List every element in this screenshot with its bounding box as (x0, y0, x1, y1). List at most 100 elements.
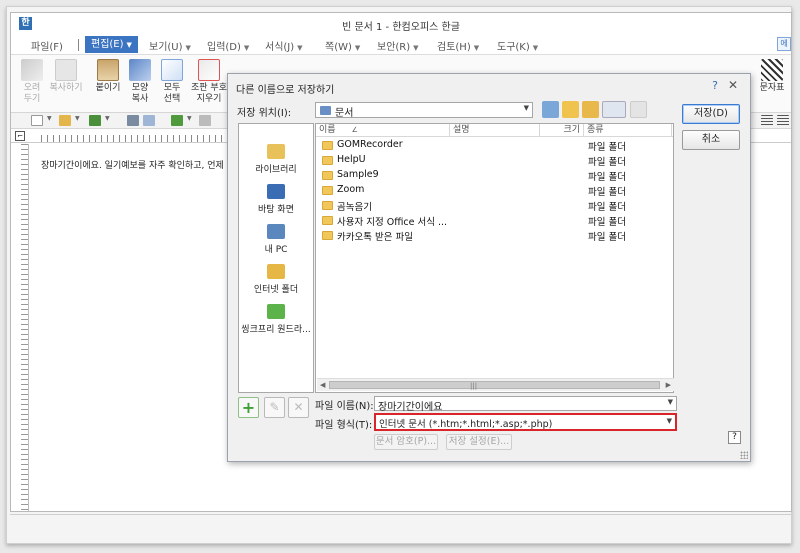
column-type[interactable]: 종류 (584, 124, 672, 137)
chevron-down-icon[interactable]: ▼ (187, 115, 193, 126)
save-button[interactable]: 저장(D) (682, 104, 740, 124)
list-item[interactable]: 곰녹음기 파일 폴더 (316, 198, 673, 213)
library-icon (267, 144, 285, 159)
align-icon[interactable] (761, 115, 773, 126)
chevron-down-icon[interactable]: ▼ (668, 398, 673, 406)
new-folder-icon[interactable] (582, 101, 599, 118)
up-folder-icon[interactable] (562, 101, 579, 118)
justify-icon[interactable] (777, 115, 789, 126)
back-arrow-icon[interactable] (542, 101, 559, 118)
chevron-down-icon[interactable]: ▼ (667, 417, 672, 425)
document-password-button[interactable]: 문서 암호(P)... (374, 434, 438, 450)
save-as-dialog: 다른 이름으로 저장하기 ? ✕ 저장 위치(I): 문서 ▼ 저장(D) 취소… (227, 73, 751, 462)
column-name[interactable]: 이름 ∠ (316, 124, 450, 137)
document-text[interactable]: 장마기간이에요. 일기예보를 자주 확인하고, 언제 비 (41, 158, 235, 171)
filename-label: 파일 이름(N): (315, 401, 374, 412)
delete-place-button[interactable]: ✕ (288, 397, 309, 418)
symbol-icon (761, 59, 783, 81)
view-menu-icon[interactable] (602, 101, 626, 118)
frame-bottom-strip (10, 514, 792, 524)
menu-input[interactable]: 입력(D) ▼ (207, 38, 249, 53)
print-icon[interactable] (127, 115, 139, 126)
clear-symbol-button[interactable]: 조판 부호 지우기 (189, 59, 229, 105)
paste-button[interactable]: 붙이기 (91, 59, 125, 94)
list-item[interactable]: 사용자 지정 Office 서식 ... 파일 폴더 (316, 213, 673, 228)
filetype-label: 파일 형식(T): (315, 420, 373, 431)
menu-edit[interactable]: 편집(E) ▼ (85, 36, 138, 53)
menu-page[interactable]: 쪽(W) ▼ (325, 38, 360, 53)
place-my-pc[interactable]: 내 PC (239, 224, 313, 255)
file-list[interactable]: 이름 ∠ 설명 크기 종류 GOMRecorder 파일 폴더 HelpU 파일 … (315, 123, 674, 393)
column-description[interactable]: 설명 (450, 124, 540, 137)
cancel-button[interactable]: 취소 (682, 130, 740, 150)
clipboard-icon (97, 59, 119, 81)
chevron-down-icon: ▼ (532, 44, 539, 52)
place-internet-folder[interactable]: 인터넷 폴더 (239, 264, 313, 295)
save-location-value: 문서 (335, 108, 354, 119)
menu-view[interactable]: 보기(U) ▼ (149, 38, 191, 53)
place-desktop[interactable]: 바탕 화면 (239, 184, 313, 215)
list-item[interactable]: 카카오톡 받은 파일 파일 폴더 (316, 228, 673, 243)
folder-icon (322, 171, 333, 180)
filetype-select[interactable]: 인터넷 문서 (*.htm;*.html;*.asp;*.php) ▼ (374, 413, 677, 431)
grip-icon: ||| (470, 382, 478, 390)
place-thinkfree-onedrive[interactable]: 씽크프리 원드라... (239, 304, 313, 335)
chevron-down-icon[interactable]: ▼ (75, 115, 81, 126)
preview-icon[interactable] (143, 115, 155, 126)
save-icon[interactable] (89, 115, 101, 126)
redo-icon[interactable] (199, 115, 211, 126)
select-all-button[interactable]: 모두 선택 (155, 59, 189, 105)
documents-folder-icon (320, 106, 331, 115)
edit-place-button[interactable]: ✎ (264, 397, 285, 418)
list-item[interactable]: Sample9 파일 폴더 (316, 168, 673, 183)
shape-copy-button[interactable]: 모양 복사 (123, 59, 157, 105)
places-bar: 라이브러리 바탕 화면 내 PC 인터넷 폴더 씽크프리 원드라... (238, 123, 314, 393)
computer-icon (267, 224, 285, 239)
list-item[interactable]: HelpU 파일 폴더 (316, 153, 673, 168)
folder-icon (322, 201, 333, 210)
chevron-down-icon: ▼ (354, 44, 361, 52)
list-item[interactable]: GOMRecorder 파일 폴더 (316, 138, 673, 153)
undo-icon[interactable] (171, 115, 183, 126)
vertical-ruler (21, 144, 29, 511)
chevron-down-icon[interactable]: ▼ (47, 115, 53, 126)
menu-review[interactable]: 검토(H) ▼ (437, 38, 479, 53)
chevron-down-icon: ▼ (185, 44, 191, 52)
chevron-down-icon: ▼ (413, 44, 419, 52)
menu-tools[interactable]: 도구(K) ▼ (497, 38, 538, 53)
save-settings-button[interactable]: 저장 설정(E)... (446, 434, 512, 450)
open-folder-icon[interactable] (59, 115, 71, 126)
filetype-value: 인터넷 문서 (*.htm;*.html;*.asp;*.php) (379, 419, 553, 430)
scroll-right-icon[interactable]: ▶ (666, 381, 671, 389)
add-place-button[interactable]: + (238, 397, 259, 418)
cut-button[interactable]: 오려 두기 (15, 59, 49, 105)
menu-security[interactable]: 보안(R) ▼ (377, 38, 419, 53)
scrollbar-thumb[interactable]: ||| (329, 381, 660, 390)
ribbon-toggle-button[interactable]: 에 (777, 37, 791, 51)
desktop-icon (267, 184, 285, 199)
save-location-select[interactable]: 문서 ▼ (315, 102, 533, 119)
scroll-left-icon[interactable]: ◀ (320, 381, 325, 389)
list-item[interactable]: Zoom 파일 폴더 (316, 183, 673, 198)
help-icon[interactable]: ? (712, 79, 718, 92)
chevron-down-icon[interactable]: ▼ (105, 115, 111, 126)
question-icon[interactable]: ? (728, 431, 741, 444)
horizontal-scrollbar[interactable]: ◀ ||| ▶ (317, 378, 674, 391)
preview-pane-icon[interactable] (630, 101, 647, 118)
folder-icon (322, 186, 333, 195)
new-doc-icon[interactable] (31, 115, 43, 126)
close-icon[interactable]: ✕ (728, 78, 738, 92)
copy-button[interactable]: 복사하기 (49, 59, 83, 94)
menu-file[interactable]: 파일(F) (31, 38, 63, 53)
tab-stop-icon[interactable]: ⌐ (15, 131, 25, 141)
resize-grip-icon[interactable] (740, 451, 748, 459)
ruler-ticks (41, 135, 231, 142)
filename-input[interactable]: 장마기간이에요 ▼ (374, 396, 677, 413)
char-table-button[interactable]: 문자표 (755, 59, 789, 94)
menu-bar: 파일(F) 편집(E) ▼ 보기(U) ▼ 입력(D) ▼ 서식(J) ▼ 쪽(W) ▼ … (11, 35, 791, 55)
column-size[interactable]: 크기 (540, 124, 584, 137)
place-library[interactable]: 라이브러리 (239, 144, 313, 175)
chevron-down-icon[interactable]: ▼ (524, 104, 529, 112)
menu-format[interactable]: 서식(J) ▼ (265, 38, 303, 53)
copy-icon (55, 59, 77, 81)
